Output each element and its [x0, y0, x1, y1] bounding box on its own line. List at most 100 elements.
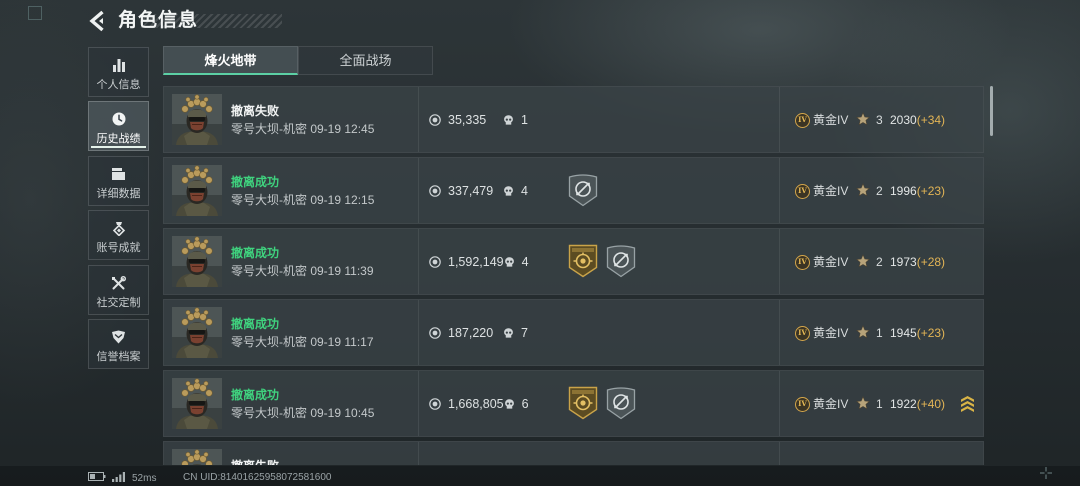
score-value: 1996 — [890, 184, 917, 198]
tab-full-battlefield[interactable]: 全面战场 — [298, 46, 433, 75]
extraction-result: 撤离成功 — [231, 246, 280, 260]
sidebar-item-achievements[interactable]: 账号成就 — [88, 210, 149, 260]
haul-value: 187,220 — [448, 326, 494, 340]
sidebar-item-label: 个人信息 — [96, 79, 141, 91]
sidebar-item-credit-record[interactable]: 信誉档案 — [88, 319, 149, 369]
haul-value: 337,479 — [448, 184, 494, 198]
sidebar-item-label: 账号成就 — [96, 242, 141, 254]
coin-icon — [429, 256, 441, 268]
silver-crosshair-badge-icon — [568, 173, 598, 207]
match-row[interactable]: 撤离成功 零号大坝-机密 09-19 11:17 187,220 7 IV 黄金… — [163, 299, 984, 366]
page-title: 角色信息 — [118, 10, 199, 31]
row-divider — [418, 87, 419, 152]
operator-avatar — [172, 307, 222, 358]
gold-rank-icon: IV — [795, 326, 810, 341]
rank-name: 黄金IV — [813, 397, 849, 411]
score-delta: (+40) — [916, 397, 946, 411]
clock-icon — [89, 111, 148, 127]
system-status: 52ms CN UID:81401625958072581600 — [88, 471, 331, 485]
status-bar — [0, 466, 1080, 486]
match-stats: 35,335 1 — [429, 112, 528, 128]
skull-icon — [504, 256, 515, 268]
row-divider — [779, 158, 780, 223]
sidebar-item-label: 信誉档案 — [96, 351, 141, 363]
sidebar-item-label: 社交定制 — [96, 297, 141, 309]
operator-avatar — [172, 236, 222, 287]
rank-chevron-icon — [960, 395, 975, 413]
badge-list — [568, 386, 636, 420]
match-map-time: 零号大坝-机密 09-19 11:39 — [231, 264, 374, 278]
coin-icon — [429, 327, 441, 339]
star-icon — [856, 183, 870, 197]
medal-icon — [89, 220, 148, 236]
row-divider — [418, 229, 419, 294]
gold-emblem-badge-icon — [568, 386, 598, 420]
extraction-result: 撤离成功 — [231, 317, 280, 331]
kill-count: 4 — [521, 184, 528, 198]
silver-crosshair-badge-icon — [606, 386, 636, 420]
match-stats: 337,479 4 — [429, 183, 528, 199]
match-row[interactable]: 撤离成功 零号大坝-机密 09-19 12:15 337,479 4 IV 黄金… — [163, 157, 984, 224]
kill-count: 7 — [521, 326, 528, 340]
coin-icon — [429, 114, 441, 126]
star-icon — [856, 325, 870, 339]
signal-icon — [112, 471, 126, 485]
row-divider — [779, 442, 780, 465]
match-stats: 1,592,149 4 — [429, 254, 529, 270]
coin-icon — [429, 185, 441, 197]
gold-emblem-badge-icon — [568, 244, 598, 278]
rank-score: 1945(+23) — [890, 326, 945, 341]
row-divider — [779, 371, 780, 436]
player-uid: CN UID:81401625958072581600 — [183, 472, 332, 483]
operator-avatar — [172, 94, 222, 145]
sidebar-item-detailed-data[interactable]: 详细数据 — [88, 156, 149, 206]
shield-icon — [89, 329, 148, 345]
star-count: 2 — [876, 184, 883, 198]
match-stats: 187,220 7 — [429, 325, 528, 341]
gold-rank-icon: IV — [795, 397, 810, 412]
scrollbar[interactable] — [990, 86, 993, 136]
coin-icon — [429, 398, 441, 410]
sidebar-item-label: 历史战绩 — [96, 133, 141, 145]
sidebar-item-personal-info[interactable]: 个人信息 — [88, 47, 149, 97]
match-row[interactable]: 撤离失败 零号大坝-机密 09-19 12:45 35,335 1 IV 黄金I… — [163, 86, 984, 153]
kill-count: 4 — [521, 255, 529, 269]
corner-frame — [28, 6, 42, 20]
match-row[interactable]: 撤离成功 零号大坝-机密 09-19 11:39 1,592,149 4 IV … — [163, 228, 984, 295]
sidebar-item-label: 详细数据 — [96, 188, 141, 200]
sidebar-item-match-history[interactable]: 历史战绩 — [88, 101, 149, 151]
haul-value: 1,668,805 — [448, 397, 504, 411]
sidebar-item-social-customize[interactable]: 社交定制 — [88, 265, 149, 315]
extraction-result: 撤离失败 — [231, 104, 280, 118]
skull-icon — [503, 114, 514, 126]
score-delta: (+28) — [916, 255, 946, 269]
haul-value: 35,335 — [448, 113, 487, 127]
ping-value: 52ms — [132, 472, 157, 484]
tab-hazard-zone[interactable]: 烽火地带 — [163, 46, 298, 75]
star-icon — [856, 254, 870, 268]
tools-icon — [89, 275, 148, 291]
haul-value: 1,592,149 — [448, 255, 504, 269]
score-delta: (+23) — [916, 184, 946, 198]
silver-crosshair-badge-icon — [606, 244, 636, 278]
row-divider — [418, 158, 419, 223]
bar-chart-icon — [89, 57, 148, 73]
star-icon — [856, 112, 870, 126]
rank-name: 黄金IV — [813, 255, 849, 269]
back-button[interactable] — [86, 9, 110, 33]
kill-count: 1 — [521, 113, 528, 127]
match-map-time: 零号大坝-机密 09-19 10:45 — [231, 406, 375, 420]
crosshair-icon — [1040, 466, 1052, 479]
kill-count: 6 — [521, 397, 529, 411]
extraction-result: 撤离成功 — [231, 175, 280, 189]
score-value: 2030 — [890, 113, 917, 127]
score-value: 1973 — [890, 255, 917, 269]
match-row[interactable]: 撤离成功 零号大坝-机密 09-19 10:45 1,668,805 6 IV … — [163, 370, 984, 437]
gold-rank-icon: IV — [795, 113, 810, 128]
match-row[interactable]: 撤离失败 — [163, 441, 984, 465]
star-icon — [856, 396, 870, 410]
score-value: 1945 — [890, 326, 917, 340]
star-count: 3 — [876, 113, 883, 127]
match-history-list[interactable]: 撤离失败 零号大坝-机密 09-19 12:45 35,335 1 IV 黄金I… — [163, 86, 984, 465]
score-delta: (+34) — [916, 113, 946, 127]
